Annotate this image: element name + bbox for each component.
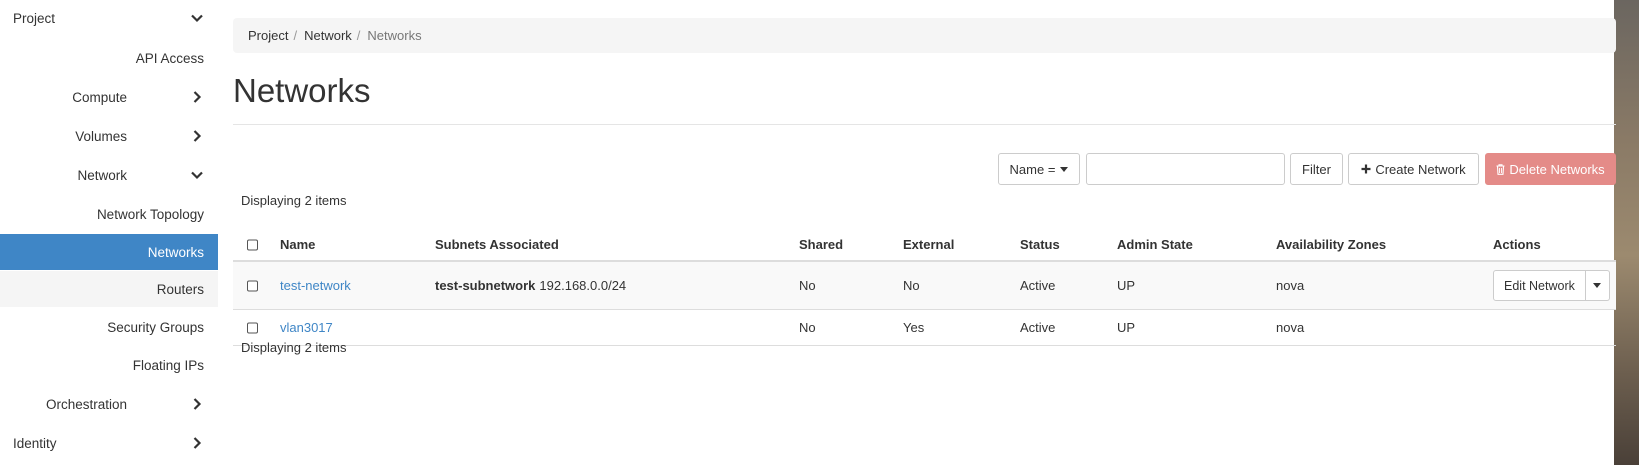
subnets-cell: test-subnetwork 192.168.0.0/24 (435, 262, 626, 309)
chevron-right-icon (193, 398, 202, 410)
column-header-external[interactable]: External (903, 230, 954, 260)
filter-button[interactable]: Filter (1290, 153, 1343, 185)
sidebar-item-label: Routers (156, 281, 204, 297)
filter-field-label: Name = (1009, 161, 1056, 177)
breadcrumb-project[interactable]: Project (248, 28, 288, 43)
item-count-top: Displaying 2 items (241, 193, 347, 208)
row-actions: Edit Network (1493, 270, 1610, 301)
sidebar-item-label: Identity (13, 435, 57, 451)
table-row: vlan3017 No Yes Active UP nova (233, 310, 1616, 346)
status-cell: Active (1020, 320, 1056, 335)
network-name-link[interactable]: test-network (280, 278, 351, 293)
column-header-subnets[interactable]: Subnets Associated (435, 230, 559, 260)
sidebar-item-floating-ips[interactable]: Floating IPs (0, 347, 218, 383)
subnet-name: test-subnetwork (435, 278, 536, 293)
page-title: Networks (233, 72, 371, 109)
column-header-actions: Actions (1493, 237, 1541, 252)
sidebar-item-label: Networks (147, 244, 204, 260)
plus-icon (1361, 164, 1371, 174)
title-divider (233, 124, 1616, 125)
item-count-bottom: Displaying 2 items (241, 340, 347, 355)
chevron-right-icon (193, 91, 202, 103)
sidebar-item-security-groups[interactable]: Security Groups (0, 309, 218, 345)
sidebar-item-network[interactable]: Network (0, 157, 218, 193)
sidebar-item-label: Security Groups (107, 319, 204, 335)
caret-down-icon (1060, 166, 1069, 172)
sidebar-item-label: Orchestration (45, 396, 127, 412)
availability-zones-cell: nova (1276, 278, 1305, 293)
breadcrumb: Project / Network / Networks (233, 18, 1616, 53)
row-checkbox[interactable] (247, 322, 258, 333)
sidebar-item-api-access[interactable]: API Access (0, 40, 218, 76)
sidebar: Project API Access Compute Volumes Netwo… (0, 0, 218, 465)
sidebar-item-orchestration[interactable]: Orchestration (0, 386, 218, 422)
sidebar-item-label: Volumes (75, 128, 127, 144)
breadcrumb-networks: Networks (367, 28, 422, 43)
sidebar-item-project[interactable]: Project (0, 0, 218, 36)
chevron-down-icon (191, 14, 203, 23)
sidebar-item-routers[interactable]: Routers (0, 271, 218, 307)
sidebar-item-network-topology[interactable]: Network Topology (0, 196, 218, 232)
sidebar-item-identity[interactable]: Identity (0, 425, 218, 461)
networks-table: Name Subnets Associated Shared External … (233, 230, 1616, 346)
network-name-link[interactable]: vlan3017 (280, 320, 333, 335)
actions-dropdown-toggle[interactable] (1585, 270, 1610, 301)
filter-field-select[interactable]: Name = (998, 153, 1080, 185)
column-header-name[interactable]: Name (280, 230, 315, 260)
create-network-label: Create Network (1375, 161, 1466, 177)
column-header-status[interactable]: Status (1020, 230, 1060, 260)
chevron-right-icon (193, 437, 202, 449)
desktop-edge-strip (1614, 0, 1639, 465)
filter-input[interactable] (1086, 153, 1285, 185)
table-header: Name Subnets Associated Shared External … (233, 230, 1616, 262)
admin-state-cell: UP (1117, 278, 1136, 293)
sidebar-item-compute[interactable]: Compute (0, 79, 218, 115)
caret-down-icon (1593, 283, 1602, 288)
sidebar-item-label: API Access (135, 50, 204, 66)
chevron-right-icon (193, 130, 202, 142)
external-cell: No (903, 278, 920, 293)
table-row: test-network test-subnetwork 192.168.0.0… (233, 262, 1616, 310)
shared-cell: No (799, 278, 816, 293)
trash-icon (1496, 163, 1505, 175)
column-header-shared[interactable]: Shared (799, 230, 843, 260)
select-all-checkbox[interactable] (247, 239, 258, 251)
breadcrumb-separator: / (293, 28, 298, 43)
chevron-down-icon (191, 171, 203, 180)
row-checkbox[interactable] (247, 280, 258, 291)
sidebar-item-label: Network (77, 167, 127, 183)
sidebar-item-networks[interactable]: Networks (0, 234, 218, 270)
breadcrumb-separator: / (356, 28, 361, 43)
sidebar-item-label: Project (13, 10, 56, 26)
availability-zones-cell: nova (1276, 320, 1305, 335)
column-header-admin-state[interactable]: Admin State (1117, 230, 1193, 260)
sidebar-item-label: Floating IPs (132, 357, 204, 373)
delete-networks-label: Delete Networks (1509, 161, 1605, 177)
create-network-button[interactable]: Create Network (1348, 153, 1479, 185)
delete-networks-button[interactable]: Delete Networks (1485, 153, 1616, 185)
breadcrumb-network[interactable]: Network (304, 28, 352, 43)
sidebar-item-label: Compute (72, 89, 127, 105)
status-cell: Active (1020, 278, 1056, 293)
admin-state-cell: UP (1117, 320, 1136, 335)
external-cell: Yes (903, 320, 925, 335)
sidebar-item-label: Network Topology (96, 206, 204, 222)
sidebar-item-volumes[interactable]: Volumes (0, 118, 218, 154)
column-header-availability-zones[interactable]: Availability Zones (1276, 230, 1386, 260)
subnet-cidr: 192.168.0.0/24 (539, 278, 627, 293)
edit-network-button[interactable]: Edit Network (1493, 270, 1586, 301)
shared-cell: No (799, 320, 816, 335)
network-name-cell: test-network (280, 262, 351, 309)
